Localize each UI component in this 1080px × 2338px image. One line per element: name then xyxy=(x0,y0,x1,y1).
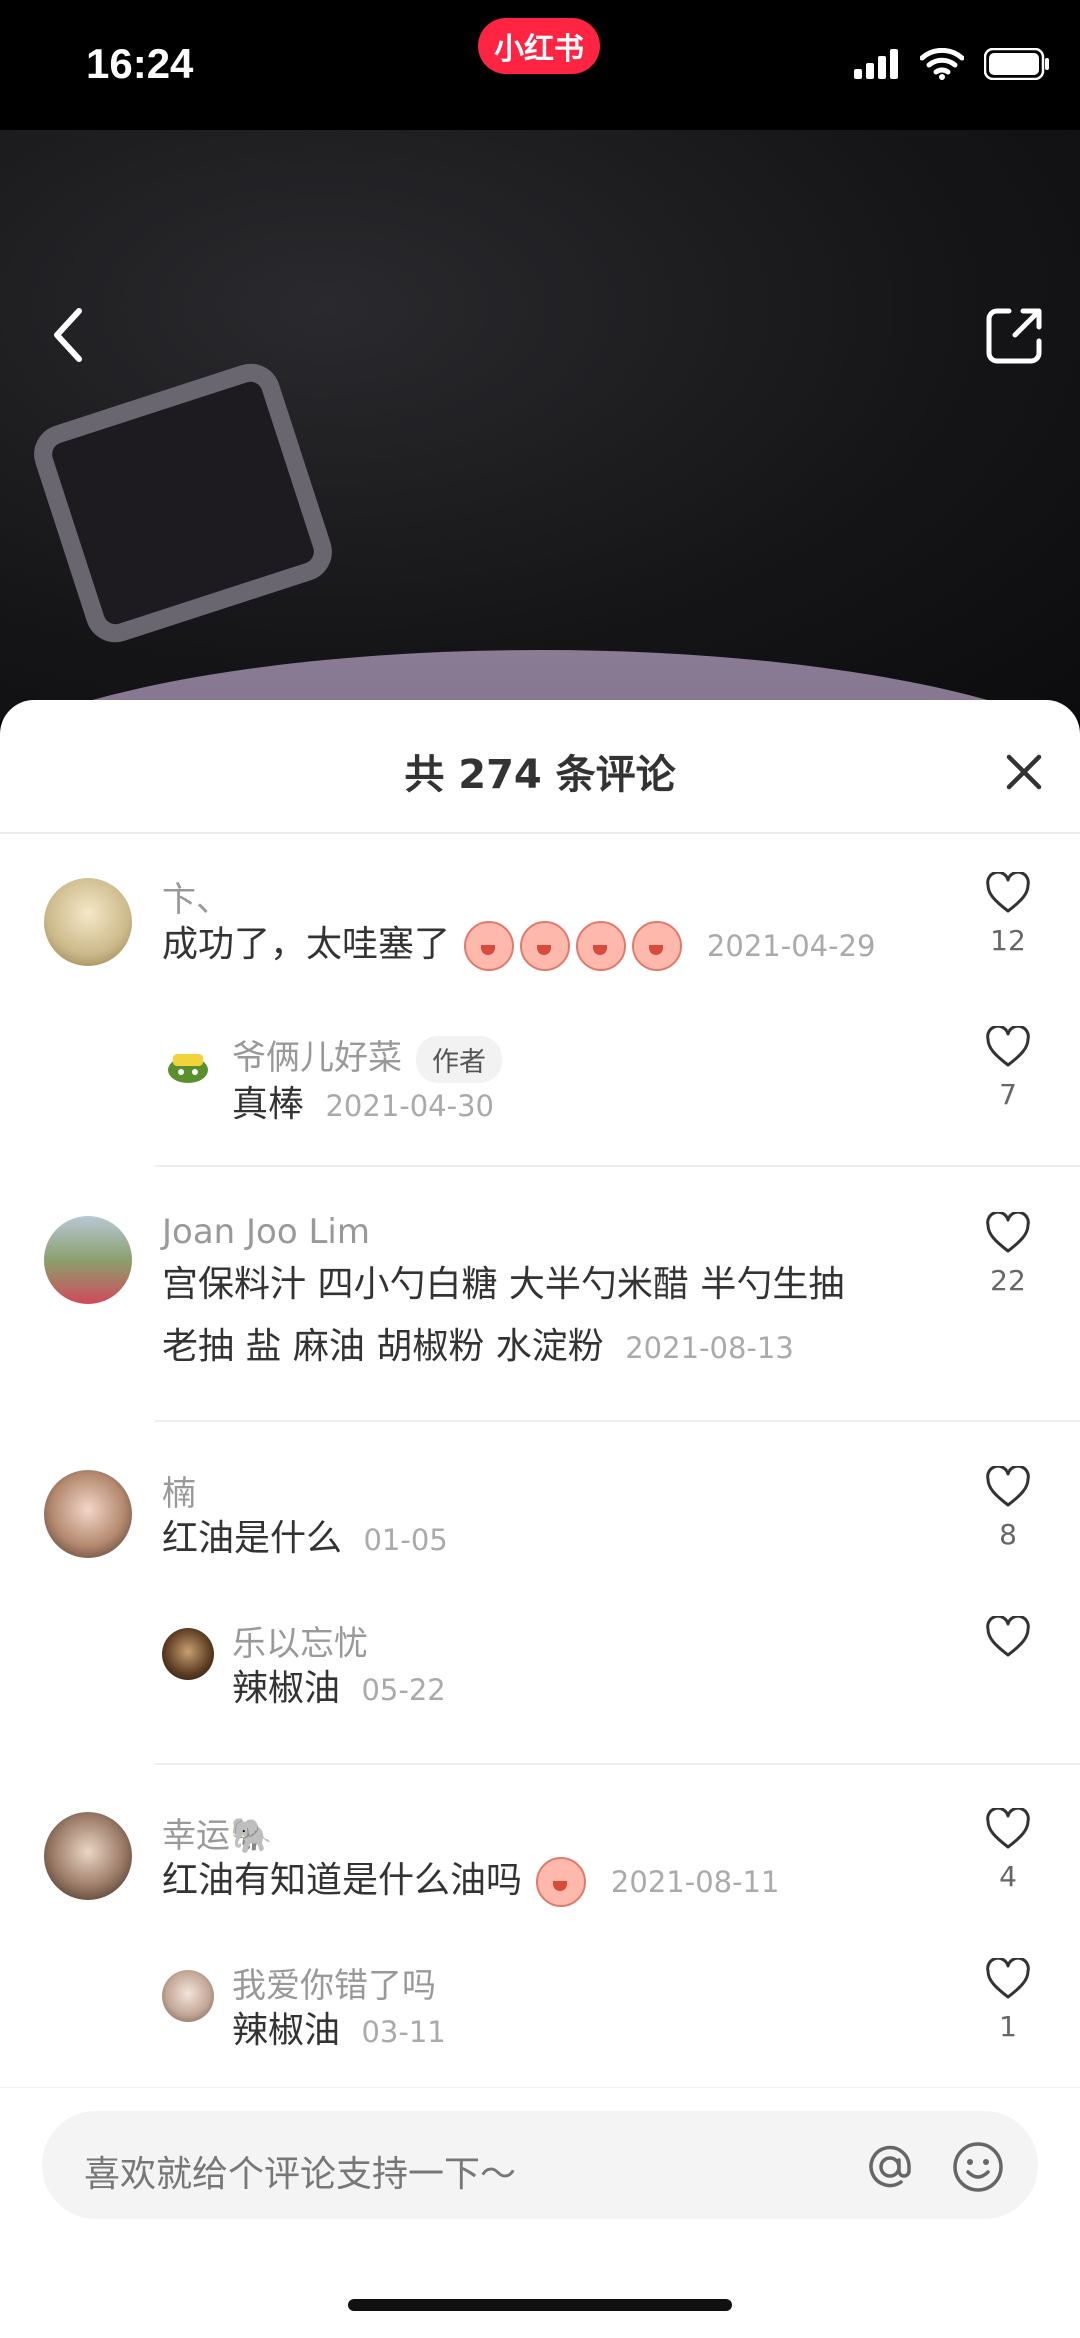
app-badge: 小红书 xyxy=(478,18,600,74)
comment-body-line2: 老抽 盐 麻油 胡椒粉 水淀粉 xyxy=(162,1326,604,1367)
post-media[interactable] xyxy=(0,130,1080,720)
heart-icon xyxy=(986,1464,1030,1507)
like-count: 7 xyxy=(999,1078,1017,1111)
heart-icon xyxy=(986,870,1030,913)
comments-count-title: 共 274 条评论 xyxy=(404,752,676,798)
comment-text: 成功了，太哇塞了 2021-04-29 xyxy=(162,914,875,977)
chevron-left-icon xyxy=(54,308,82,362)
reply-date: 05-22 xyxy=(361,1673,446,1707)
reply-text: 真棒 2021-04-30 xyxy=(232,1074,494,1137)
close-icon xyxy=(1006,754,1042,790)
comment-username[interactable]: Joan Joo Lim xyxy=(162,1212,370,1252)
reply-like-button[interactable]: 1 xyxy=(968,1956,1048,2043)
like-count: 22 xyxy=(990,1264,1026,1297)
reply-avatar[interactable] xyxy=(162,1970,214,2022)
comment-body-line1: 宫保料汁 四小勺白糖 大半勺米醋 半勺生抽 xyxy=(162,1264,845,1305)
reply-date: 03-11 xyxy=(361,2015,446,2049)
status-time: 16:24 xyxy=(86,40,194,87)
reply-body: 辣椒油 xyxy=(232,2010,341,2051)
like-count: 4 xyxy=(999,1860,1017,1893)
like-count: 12 xyxy=(990,924,1026,957)
avatar[interactable] xyxy=(44,1216,132,1304)
avatar[interactable] xyxy=(44,878,132,966)
reply-like-button[interactable] xyxy=(968,1614,1048,1668)
reply-body: 真棒 xyxy=(232,1084,305,1125)
reply-text: 辣椒油 03-11 xyxy=(232,2000,446,2063)
heart-icon xyxy=(986,1956,1030,1999)
pot-handle-image xyxy=(26,355,340,651)
avatar[interactable] xyxy=(44,1470,132,1558)
like-count: 8 xyxy=(999,1518,1017,1551)
reply-text: 辣椒油 05-22 xyxy=(232,1658,446,1721)
home-indicator[interactable] xyxy=(348,2299,732,2311)
divider xyxy=(155,1165,1080,1167)
reply-username-text: 爷俩儿好菜 xyxy=(232,1038,402,1078)
share-button[interactable] xyxy=(980,300,1050,370)
comment-text: 宫保料汁 四小勺白糖 大半勺米醋 半勺生抽 xyxy=(162,1254,844,1316)
crying-laugh-emoji xyxy=(533,1857,589,1907)
heart-icon xyxy=(986,1024,1030,1067)
reply-avatar[interactable] xyxy=(162,1628,214,1680)
comment-input-placeholder: 喜欢就给个评论支持一下～ xyxy=(84,2154,517,2195)
back-button[interactable] xyxy=(34,300,104,370)
mention-button[interactable] xyxy=(862,2139,918,2195)
smiley-icon xyxy=(953,2142,1003,2192)
like-button[interactable]: 22 xyxy=(968,1210,1048,1297)
share-icon xyxy=(986,308,1042,364)
like-count: 1 xyxy=(999,2010,1017,2043)
peach-face-emoji xyxy=(461,921,685,971)
like-button[interactable]: 4 xyxy=(968,1806,1048,1893)
comment-text: 老抽 盐 麻油 胡椒粉 水淀粉 2021-08-13 xyxy=(162,1316,794,1379)
like-button[interactable]: 8 xyxy=(968,1464,1048,1551)
comment-date: 2021-04-29 xyxy=(706,929,876,963)
comment-date: 2021-08-11 xyxy=(610,1865,780,1899)
at-sign-icon xyxy=(869,2145,911,2188)
status-icons xyxy=(854,48,1050,80)
comment-body: 红油有知道是什么油吗 xyxy=(162,1860,523,1901)
battery-icon xyxy=(984,48,1049,80)
comment-body: 红油是什么 xyxy=(162,1518,343,1559)
heart-icon xyxy=(986,1614,1030,1657)
sheet-header: 共 274 条评论 xyxy=(0,700,1080,834)
divider xyxy=(155,1763,1080,1765)
reply-date: 2021-04-30 xyxy=(325,1089,495,1123)
comment-date: 01-05 xyxy=(363,1523,448,1557)
heart-icon xyxy=(986,1210,1030,1253)
avatar[interactable] xyxy=(44,1812,132,1900)
heart-icon xyxy=(986,1806,1030,1849)
wifi-icon xyxy=(920,48,964,80)
comment-date: 2021-08-13 xyxy=(625,1331,794,1365)
status-bar: 16:24 小红书 xyxy=(0,0,1080,130)
emoji-button[interactable] xyxy=(950,2139,1006,2195)
comment-text: 红油是什么 01-05 xyxy=(162,1508,448,1571)
reply-avatar[interactable] xyxy=(162,1042,214,1094)
close-button[interactable] xyxy=(996,744,1052,800)
like-button[interactable]: 12 xyxy=(968,870,1048,957)
cellular-signal-icon xyxy=(854,49,898,79)
comment-text: 红油有知道是什么油吗 2021-08-11 xyxy=(162,1850,779,1913)
comment-input[interactable]: 喜欢就给个评论支持一下～ xyxy=(42,2111,1038,2219)
author-logo-icon xyxy=(168,1054,208,1083)
comment-body: 成功了，太哇塞了 xyxy=(162,924,451,965)
divider xyxy=(155,1420,1080,1422)
reply-body: 辣椒油 xyxy=(232,1668,341,1709)
reply-like-button[interactable]: 7 xyxy=(968,1024,1048,1111)
